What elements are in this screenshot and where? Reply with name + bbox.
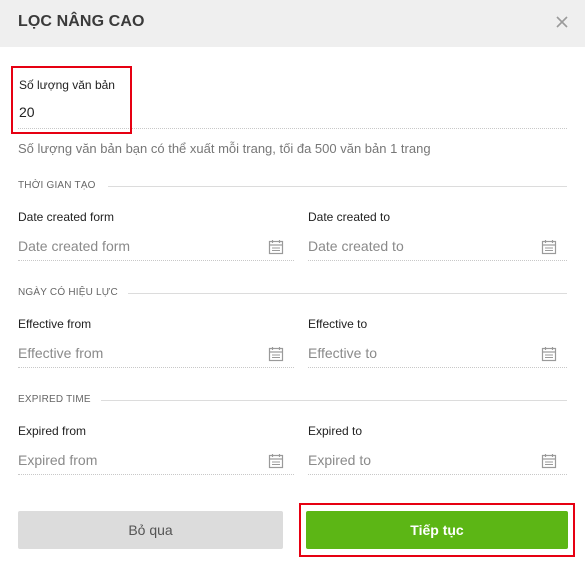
expired-to-field[interactable] [308,445,567,475]
calendar-icon[interactable] [541,239,557,255]
count-help-text: Số lượng văn bản bạn có thể xuất mỗi tra… [18,141,431,156]
expired-to-input[interactable] [308,445,567,474]
expired-from-field[interactable] [18,445,294,475]
effective-to-field[interactable] [308,338,567,368]
effective-to-input[interactable] [308,338,567,367]
date-created-from-label: Date created form [18,210,115,224]
date-created-from-field[interactable] [18,231,294,261]
dialog-header: LỌC NÂNG CAO [0,0,585,47]
section-title-created: THỜI GIAN TẠO [18,180,96,191]
cancel-button[interactable]: Bỏ qua [18,511,283,549]
expired-from-input[interactable] [18,445,294,474]
section-divider-created [108,186,567,187]
close-icon [556,16,568,28]
effective-from-label: Effective from [18,317,92,331]
section-title-effective: NGÀY CÓ HIỆU LỰC [18,287,118,298]
date-created-from-input[interactable] [18,231,294,260]
calendar-icon[interactable] [541,346,557,362]
highlight-box-continue [299,503,575,557]
section-divider-effective [128,293,567,294]
date-created-to-field[interactable] [308,231,567,261]
highlight-box-count [11,66,132,134]
effective-to-label: Effective to [308,317,368,331]
effective-from-input[interactable] [18,338,294,367]
section-divider-expired [101,400,567,401]
date-created-to-label: Date created to [308,210,391,224]
calendar-icon[interactable] [541,453,557,469]
calendar-icon[interactable] [268,346,284,362]
calendar-icon[interactable] [268,239,284,255]
calendar-icon[interactable] [268,453,284,469]
expired-from-label: Expired from [18,424,87,438]
expired-to-label: Expired to [308,424,363,438]
date-created-to-input[interactable] [308,231,567,260]
close-button[interactable] [551,11,573,33]
effective-from-field[interactable] [18,338,294,368]
dialog-title: LỌC NÂNG CAO [18,13,145,30]
section-title-expired: EXPIRED TIME [18,394,91,405]
